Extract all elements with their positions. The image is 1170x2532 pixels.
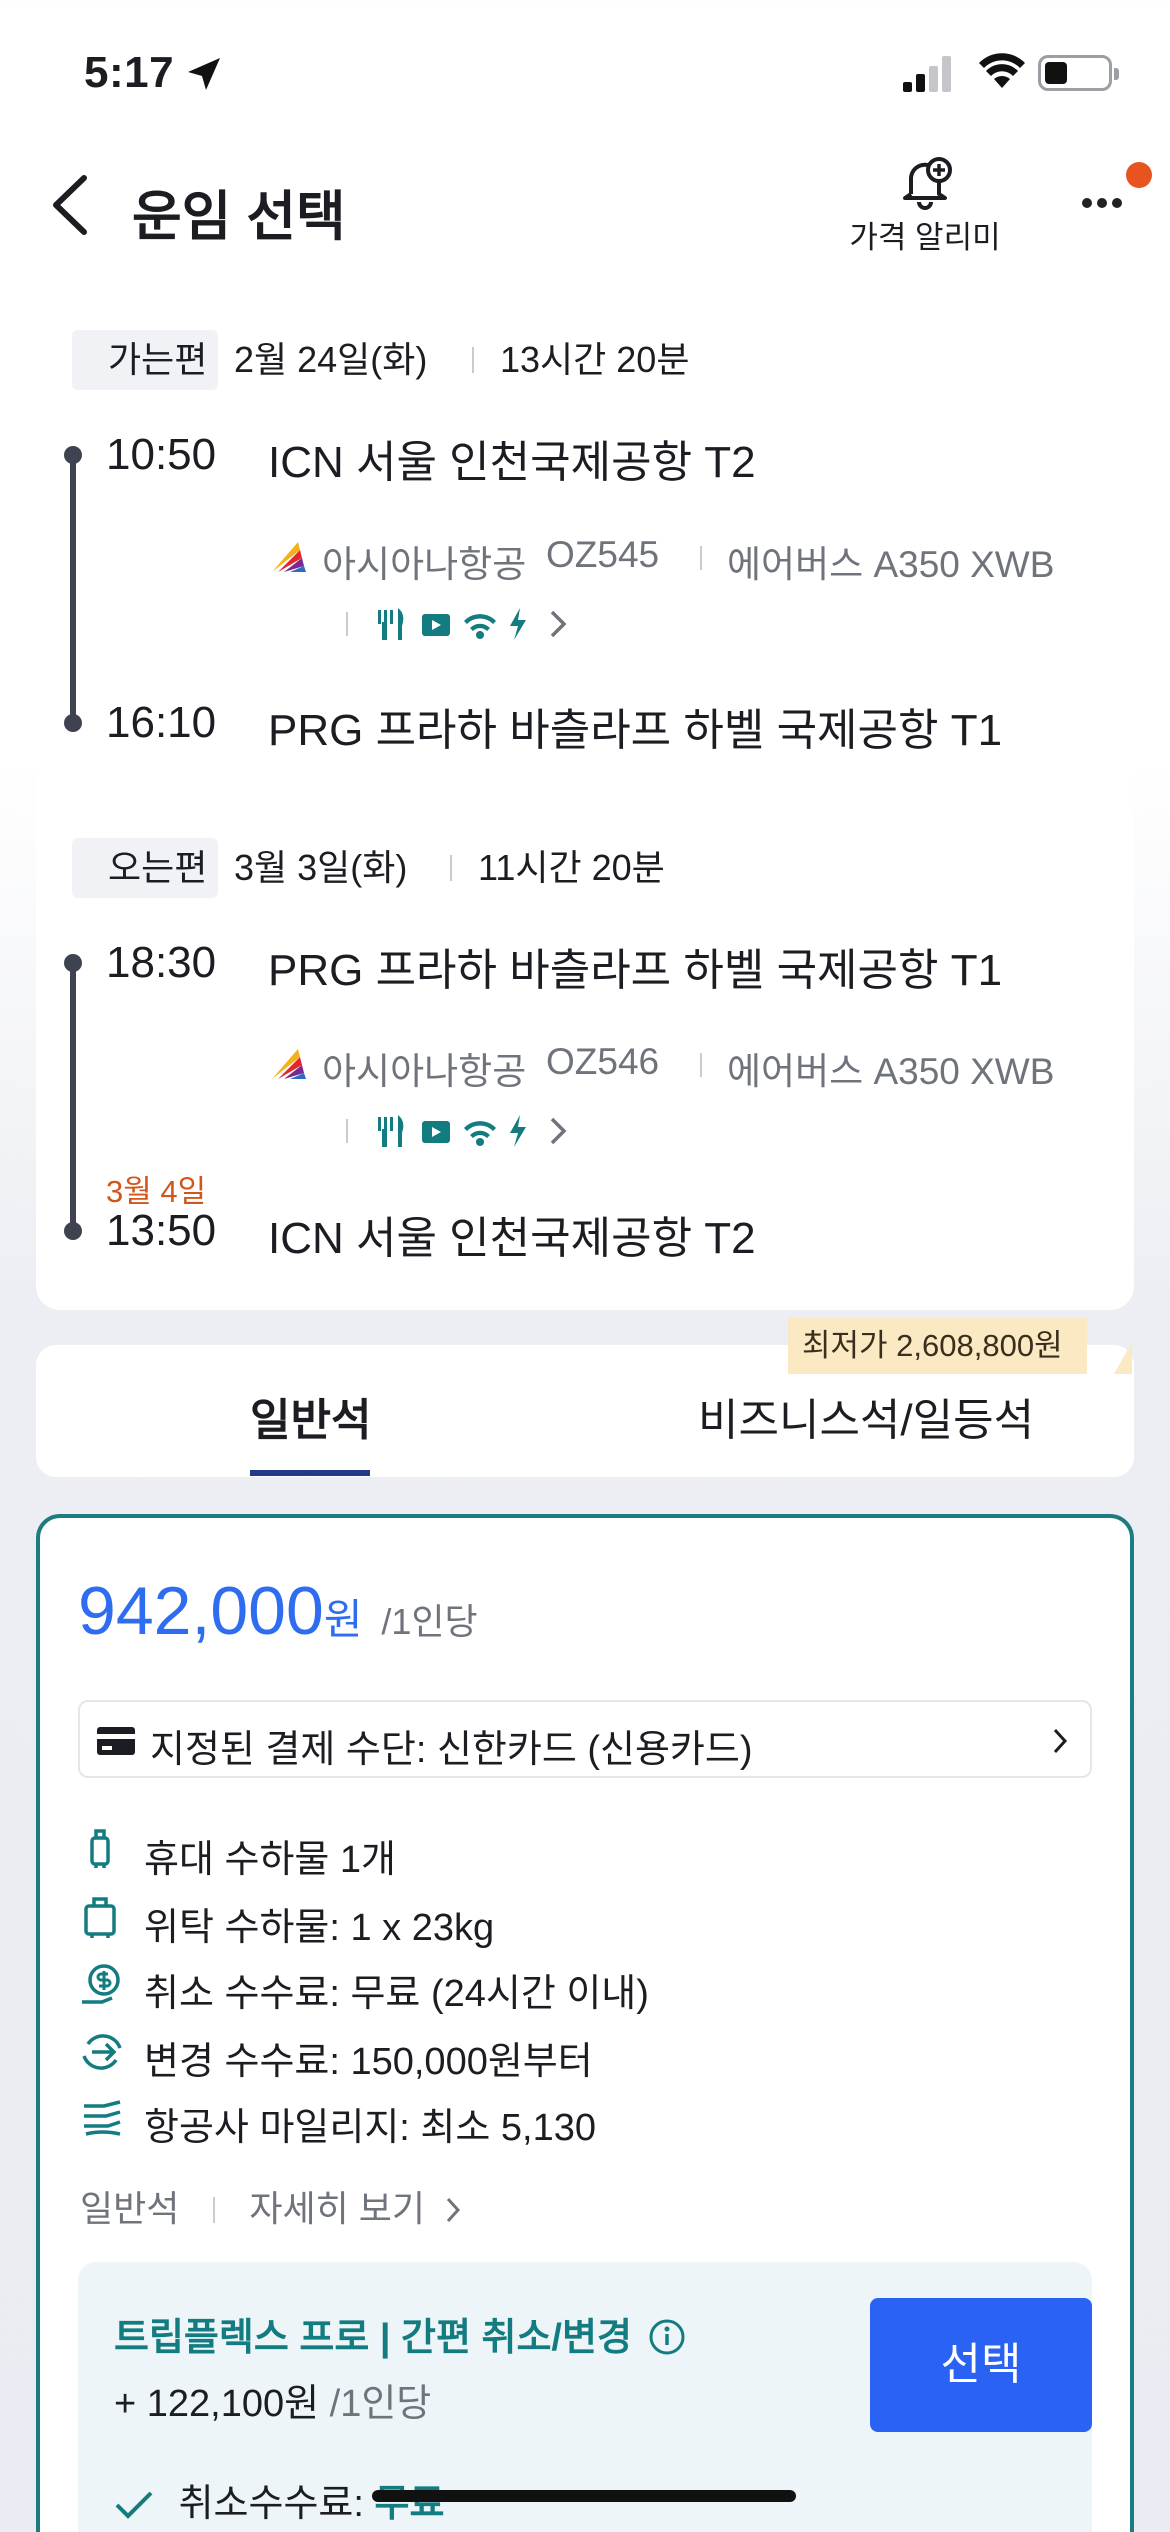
flight-change-icon [82, 2034, 122, 2070]
tab-economy[interactable]: 일반석 [250, 1384, 371, 1448]
wifi-small-icon [464, 1121, 496, 1146]
entertainment-icon [422, 1121, 450, 1143]
payment-method-selector[interactable]: 지정된 결제 수단: 신한카드 (신용카드) [78, 1700, 1092, 1778]
price-alert-button[interactable]: 가격 알리미 [840, 150, 1010, 260]
inbound-aircraft: 에어버스 A350 XWB [727, 1051, 1055, 1092]
lowest-price-badge: 최저가 2,608,800원 [788, 1318, 1087, 1374]
timeline-dot [64, 714, 82, 732]
bell-plus-icon [903, 157, 952, 210]
chevron-right-icon [1053, 1728, 1068, 1754]
page-title: 운임 선택 [132, 187, 346, 247]
divider [213, 2197, 216, 2223]
asiana-logo-icon [272, 1049, 306, 1079]
info-icon[interactable] [648, 2318, 686, 2356]
asiana-logo-icon [272, 542, 306, 572]
power-icon [510, 608, 526, 640]
outbound-dep-airport: ICN 서울 인천국제공항 T2 [268, 438, 756, 487]
outbound-timeline [70, 455, 76, 725]
outbound-amenities-button[interactable] [376, 604, 596, 644]
timeline-dot [64, 446, 82, 464]
cellular-signal-icon [903, 56, 953, 92]
outbound-aircraft: 에어버스 A350 XWB [727, 544, 1055, 585]
fare-class-name: 일반석 [80, 2188, 180, 2229]
select-button[interactable]: 선택 [870, 2298, 1092, 2432]
tab-business-first[interactable]: 비즈니스석/일등석 [698, 1384, 1034, 1448]
outbound-airline: 아시아나항공 [322, 544, 527, 585]
tripflex-price: + 122,100원 /1인당 [114, 2383, 432, 2425]
chevron-right-icon [446, 2197, 461, 2223]
wifi-icon [979, 53, 1025, 88]
inbound-arr-airport: ICN 서울 인천국제공항 T2 [268, 1214, 756, 1263]
inbound-tag: 오는편 [72, 838, 218, 898]
fare-price-currency: 원 [323, 1596, 363, 1643]
inbound-timeline [70, 962, 76, 1232]
active-tab-indicator [250, 1470, 370, 1476]
divider [346, 612, 348, 636]
refund-coin-icon [82, 1964, 120, 2004]
timeline-dot [64, 954, 82, 972]
chevron-right-icon [550, 610, 567, 638]
fare-price-amount: 942,000 [78, 1573, 324, 1649]
inbound-amenities-button[interactable] [376, 1111, 596, 1151]
meal-icon [378, 1115, 404, 1147]
inbound-dep-time: 18:30 [106, 938, 217, 987]
arrival-day-note: 3월 4일 [106, 1174, 207, 1209]
carry-on-bag-icon [90, 1829, 110, 1868]
home-indicator [372, 2490, 796, 2502]
divider [346, 1119, 348, 1143]
chevron-right-icon [550, 1117, 567, 1145]
outbound-tag: 가는편 [72, 330, 218, 390]
inbound-airline: 아시아나항공 [322, 1051, 527, 1092]
inbound-date: 3월 3일(화) [234, 847, 408, 888]
battery-icon [1038, 55, 1119, 91]
inbound-dep-airport: PRG 프라하 바츨라프 하벨 국제공항 T1 [268, 946, 1003, 995]
wifi-small-icon [464, 614, 496, 639]
outbound-duration: 13시간 20분 [500, 339, 690, 380]
checked-bag-icon [84, 1897, 116, 1938]
payment-method-text: 지정된 결제 수단: 신한카드 (신용카드) [150, 1729, 753, 1771]
outbound-arr-time: 16:10 [106, 698, 217, 747]
details-link[interactable]: 자세히 보기 [249, 2188, 425, 2229]
meal-icon [378, 608, 404, 640]
fare-price: 942,000원 /1인당 [78, 1572, 478, 1650]
location-arrow-icon [188, 58, 220, 90]
inbound-flight-no: OZ546 [546, 1041, 660, 1082]
badge-tail [1114, 1342, 1132, 1374]
outbound-flight-no: OZ545 [546, 534, 660, 575]
outbound-date: 2월 24일(화) [234, 339, 428, 380]
mileage-icon [84, 2100, 121, 2136]
fare-class-details: 일반석 자세히 보기 [80, 2180, 463, 2232]
tripflex-title: 트립플렉스 프로 | 간편 취소/변경 [114, 2306, 686, 2361]
power-icon [510, 1115, 526, 1147]
check-icon [115, 2491, 153, 2519]
more-options-button[interactable] [1082, 195, 1127, 213]
inbound-duration: 11시간 20분 [478, 847, 665, 888]
timeline-dot [64, 1222, 82, 1240]
divider [450, 855, 452, 881]
divider [700, 1053, 702, 1077]
outbound-arr-airport: PRG 프라하 바츨라프 하벨 국제공항 T1 [268, 706, 1003, 755]
credit-card-icon [97, 1727, 135, 1755]
divider [472, 347, 474, 373]
inbound-arr-time: 13:50 [106, 1206, 217, 1255]
outbound-dep-time: 10:50 [106, 430, 217, 479]
notification-dot [1126, 162, 1152, 188]
status-time: 5:17 [84, 48, 175, 97]
divider [700, 546, 702, 570]
fare-per-person: /1인당 [381, 1601, 478, 1642]
price-alert-label: 가격 알리미 [849, 220, 1001, 255]
entertainment-icon [422, 614, 450, 636]
back-button[interactable] [46, 170, 96, 240]
